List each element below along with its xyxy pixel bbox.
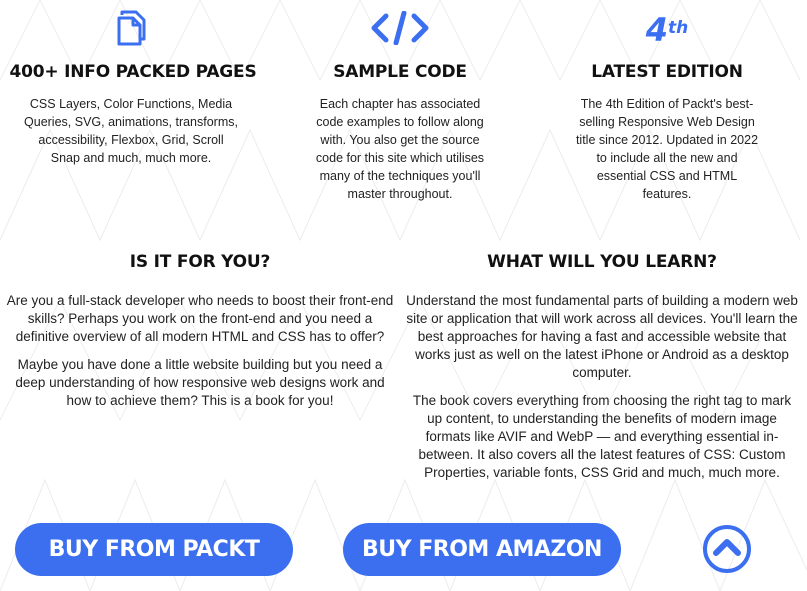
buy-from-packt-button[interactable]: BUY FROM PACKT — [15, 523, 293, 576]
section-what-will-you-learn: WHAT WILL YOU LEARN? Understand the most… — [406, 252, 798, 482]
feature-title: LATEST EDITION — [591, 62, 743, 82]
section-paragraph: The book covers everything from choosing… — [412, 393, 792, 480]
feature-title: SAMPLE CODE — [333, 62, 467, 82]
section-paragraph: Maybe you have done a little website bui… — [15, 357, 385, 408]
document-copy-icon — [13, 8, 253, 48]
edition-number: 4 — [645, 11, 669, 49]
feature-title: 400+ INFO PACKED PAGES — [9, 62, 257, 82]
feature-text: Each chapter has associated code example… — [315, 97, 485, 201]
section-is-it-for-you: IS IT FOR YOU? Are you a full-stack deve… — [4, 252, 396, 410]
code-icon — [280, 8, 520, 48]
buy-from-amazon-button[interactable]: BUY FROM AMAZON — [343, 523, 621, 576]
chevron-up-circle-icon — [703, 525, 751, 573]
section-paragraph: Understand the most fundamental parts of… — [406, 293, 798, 380]
feature-text: CSS Layers, Color Functions, Media Queri… — [24, 97, 238, 165]
section-title: IS IT FOR YOU? — [129, 252, 271, 272]
section-title: WHAT WILL YOU LEARN? — [487, 252, 717, 272]
scroll-to-top-button[interactable] — [702, 524, 752, 574]
section-paragraph: Are you a full-stack developer who needs… — [6, 293, 394, 344]
feature-text: The 4th Edition of Packt's best-selling … — [575, 97, 759, 201]
edition-suffix: th — [668, 18, 689, 38]
fourth-edition-icon: 4th — [547, 8, 787, 49]
